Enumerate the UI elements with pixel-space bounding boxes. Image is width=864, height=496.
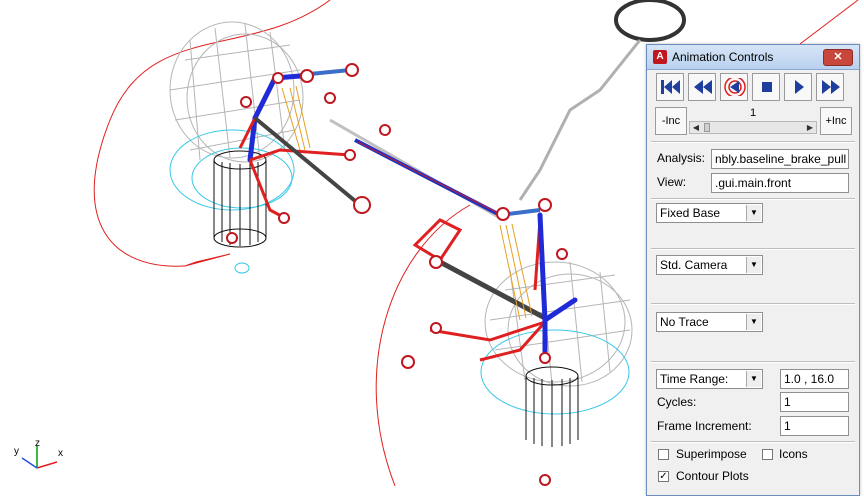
animation-controls-panel: A Animation Controls ✕ -Inc 1 ◀ ▶ +Inc A… [646, 44, 860, 496]
contour-plots-checkbox[interactable]: ✓ [658, 471, 669, 482]
divider [651, 248, 855, 250]
scroll-left-icon[interactable]: ◀ [690, 122, 702, 133]
view-label: View: [657, 175, 687, 189]
fast-forward-button[interactable] [816, 73, 844, 101]
play-reverse-icon [724, 78, 746, 96]
triad-y-label: y [14, 446, 19, 457]
axis-triad: z x y [10, 438, 70, 480]
triad-x-label: x [58, 448, 63, 459]
step-back-button[interactable] [688, 73, 716, 101]
icons-label: Icons [779, 447, 808, 461]
close-button[interactable]: ✕ [823, 49, 853, 66]
play-icon [795, 80, 804, 94]
analysis-field[interactable]: nbly.baseline_brake_pull [711, 149, 849, 169]
view-field[interactable]: .gui.main.front [711, 173, 849, 193]
decrement-button[interactable]: -Inc [655, 107, 687, 135]
scroll-right-icon[interactable]: ▶ [804, 122, 816, 133]
triad-z-label: z [35, 438, 40, 449]
divider [651, 198, 855, 200]
window-title: Animation Controls [672, 50, 774, 64]
app-logo-icon: A [653, 50, 667, 64]
skip-start-icon [661, 80, 680, 94]
play-reverse-button[interactable] [720, 73, 748, 101]
trace-dropdown[interactable]: No Trace ▼ [656, 312, 763, 332]
go-to-start-button[interactable] [656, 73, 684, 101]
frame-increment-label: Frame Increment: [657, 419, 752, 433]
frame-increment-field[interactable]: 1 [780, 416, 849, 436]
contour-plots-label: Contour Plots [676, 469, 749, 483]
play-button[interactable] [784, 73, 812, 101]
divider [651, 303, 855, 305]
base-dropdown[interactable]: Fixed Base ▼ [656, 203, 763, 223]
cycles-field[interactable]: 1 [780, 392, 849, 412]
chevron-down-icon: ▼ [746, 314, 761, 330]
title-bar[interactable]: A Animation Controls ✕ [647, 45, 859, 70]
stop-icon [762, 82, 772, 92]
trace-dropdown-value: No Trace [660, 315, 709, 329]
rewind-icon [694, 80, 712, 94]
superimpose-checkbox[interactable] [658, 449, 669, 460]
camera-dropdown[interactable]: Std. Camera ▼ [656, 255, 763, 275]
chevron-down-icon: ▼ [746, 205, 761, 221]
divider [651, 141, 855, 143]
cycles-label: Cycles: [657, 395, 697, 409]
icons-checkbox[interactable] [762, 449, 773, 460]
fast-forward-icon [822, 80, 840, 94]
time-range-dropdown[interactable]: Time Range: ▼ [656, 369, 763, 389]
divider [651, 361, 855, 363]
time-range-field[interactable]: 1.0 , 16.0 [780, 369, 849, 389]
camera-dropdown-value: Std. Camera [660, 258, 728, 272]
frame-counter: 1 [749, 107, 757, 119]
increment-button[interactable]: +Inc [820, 107, 852, 135]
superimpose-label: Superimpose [676, 447, 747, 461]
checkmark-icon: ✓ [659, 471, 668, 482]
chevron-down-icon: ▼ [746, 371, 761, 387]
stop-button[interactable] [752, 73, 780, 101]
frame-scrollbar[interactable]: ◀ ▶ [689, 121, 817, 134]
triad-arrows-icon [21, 446, 58, 469]
scroll-thumb[interactable] [704, 123, 710, 132]
divider [651, 441, 855, 443]
time-range-dropdown-value: Time Range: [660, 372, 729, 386]
base-dropdown-value: Fixed Base [660, 206, 721, 220]
chevron-down-icon: ▼ [746, 257, 761, 273]
analysis-label: Analysis: [657, 151, 706, 165]
